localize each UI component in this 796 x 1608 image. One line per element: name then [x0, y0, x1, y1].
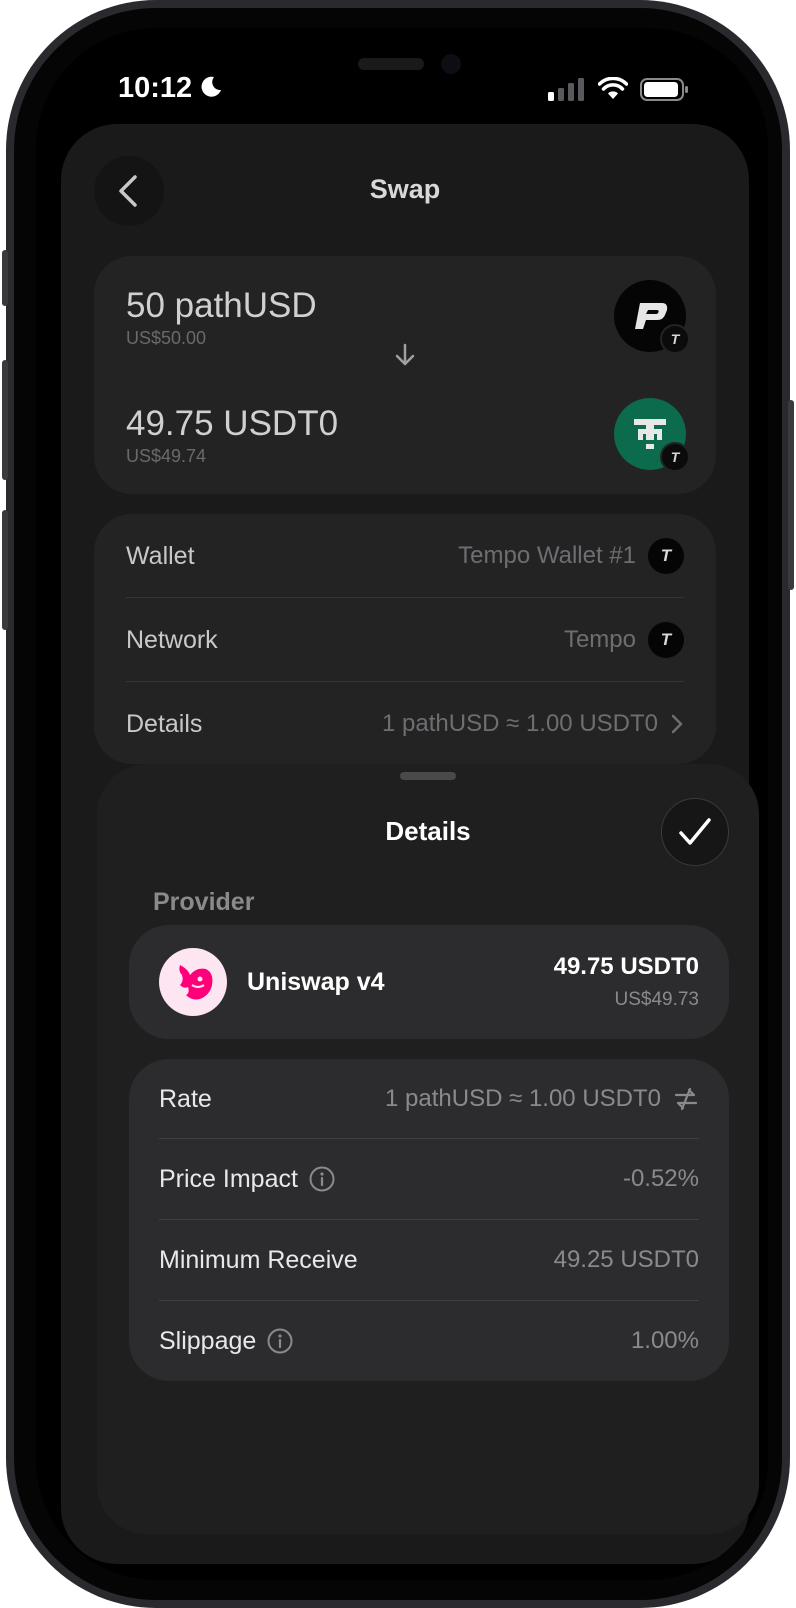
tempo-network-badge: T — [660, 442, 690, 472]
details-label: Details — [126, 709, 203, 738]
provider-fiat: US$49.73 — [614, 989, 699, 1010]
swap-info-card: Wallet Tempo Wallet #1 T Network Tempo T — [94, 514, 716, 764]
network-value: Tempo — [563, 626, 636, 653]
speaker-grille — [358, 58, 424, 70]
slippage-label: Slippage — [159, 1326, 257, 1355]
chevron-right-icon — [671, 714, 683, 734]
phone-frame: 10:12 Swap 50 pathUSD US$50.00 49.75 USD… — [2, 0, 794, 1608]
phone-bezel: 10:12 Swap 50 pathUSD US$50.00 49.75 USD… — [14, 8, 782, 1600]
details-value: 1 pathUSD ≈ 1.00 USDT0 — [382, 710, 658, 737]
rate-value: 1 pathUSD ≈ 1.00 USDT0 — [385, 1085, 661, 1112]
confirm-button[interactable] — [661, 798, 729, 866]
status-time: 10:12 — [118, 72, 193, 104]
sheet-title: Details — [385, 816, 471, 846]
minimum-receive-value: 49.25 USDT0 — [553, 1246, 699, 1273]
info-icon[interactable] — [266, 1327, 294, 1355]
sheet-grabber[interactable] — [400, 772, 456, 780]
network-label: Network — [126, 625, 218, 654]
moon-icon — [201, 76, 221, 97]
wifi-icon — [598, 77, 628, 99]
swap-screen: Swap 50 pathUSD US$50.00 49.75 USDT0 US$… — [61, 124, 759, 1564]
uniswap-unicorn-icon — [159, 948, 227, 1016]
swap-direction-icon[interactable] — [673, 1086, 699, 1112]
from-fiat: US$50.00 — [126, 328, 207, 348]
checkmark-icon — [679, 818, 711, 845]
screen: 10:12 Swap 50 pathUSD US$50.00 49.75 USD… — [36, 28, 768, 1580]
wallet-label: Wallet — [126, 541, 195, 570]
minimum-receive-row: Minimum Receive 49.25 USDT0 — [159, 1220, 699, 1300]
front-camera — [441, 54, 461, 74]
to-fiat: US$49.74 — [126, 446, 207, 466]
volume-up-button — [2, 360, 8, 480]
to-amount: 49.75 USDT0 — [126, 404, 339, 443]
details-sheet: Details Provider Uniswap v4 49.75 USDT0 … — [97, 764, 759, 1534]
page-title: Swap — [369, 174, 441, 204]
price-impact-value: -0.52% — [622, 1165, 699, 1192]
volume-down-button — [2, 510, 8, 630]
provider-option[interactable]: Uniswap v4 49.75 USDT0 US$49.73 — [129, 925, 729, 1039]
power-button — [788, 400, 794, 590]
provider-amount: 49.75 USDT0 — [553, 953, 699, 980]
swap-summary: 50 pathUSD US$50.00 49.75 USDT0 US$49.74… — [94, 256, 716, 494]
tempo-logo-icon: T — [648, 622, 684, 658]
swap-details-card: Rate 1 pathUSD ≈ 1.00 USDT0 Price Impact… — [129, 1059, 729, 1381]
tempo-logo-icon: T — [648, 538, 684, 574]
arrow-down-icon — [395, 343, 415, 366]
battery-icon — [640, 78, 688, 101]
wallet-value: Tempo Wallet #1 — [458, 542, 636, 569]
rate-row: Rate 1 pathUSD ≈ 1.00 USDT0 — [159, 1059, 699, 1139]
network-row[interactable]: Network Tempo T — [126, 598, 684, 682]
info-icon[interactable] — [308, 1165, 336, 1193]
tempo-network-badge: T — [660, 324, 690, 354]
minimum-receive-label: Minimum Receive — [159, 1245, 358, 1274]
wallet-row[interactable]: Wallet Tempo Wallet #1 T — [126, 514, 684, 598]
slippage-value: 1.00% — [630, 1327, 699, 1354]
from-amount: 50 pathUSD — [126, 286, 317, 325]
action-button — [2, 250, 8, 306]
provider-name: Uniswap v4 — [247, 968, 385, 996]
details-row[interactable]: Details 1 pathUSD ≈ 1.00 USDT0 — [126, 682, 684, 764]
price-impact-label: Price Impact — [159, 1164, 298, 1193]
rate-label: Rate — [159, 1084, 212, 1113]
slippage-row: Slippage 1.00% — [159, 1301, 699, 1381]
provider-section-label: Provider — [153, 888, 255, 916]
price-impact-row: Price Impact -0.52% — [159, 1139, 699, 1219]
cellular-signal-icon — [548, 78, 584, 101]
